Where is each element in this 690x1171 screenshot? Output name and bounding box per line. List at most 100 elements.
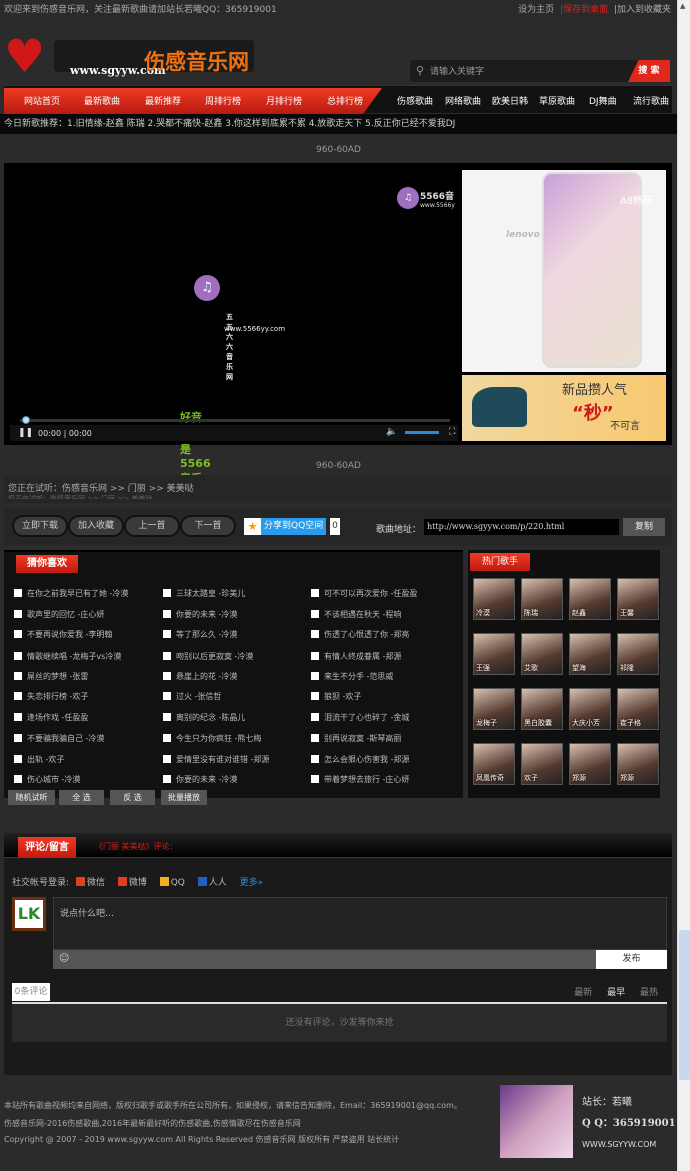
- add-favorite-link[interactable]: |加入到收藏夹: [614, 5, 671, 15]
- comment-input[interactable]: 说点什么吧…: [53, 897, 667, 950]
- song-checkbox[interactable]: [14, 610, 22, 618]
- song-title[interactable]: 狼狈 -欢子: [324, 692, 361, 701]
- song-title[interactable]: 来生不分手 -范思威: [324, 672, 393, 681]
- pause-icon[interactable]: ❚❚: [18, 428, 33, 438]
- song-checkbox[interactable]: [163, 672, 171, 680]
- comments-tab[interactable]: 评论/留言: [18, 837, 76, 858]
- song-checkbox[interactable]: [163, 589, 171, 597]
- guess-tab[interactable]: 猜你喜欢: [16, 555, 78, 573]
- song-checkbox[interactable]: [14, 672, 22, 680]
- song-item[interactable]: 等了那么久 -冷漠: [163, 629, 237, 640]
- song-checkbox[interactable]: [311, 692, 319, 700]
- copy-button[interactable]: 复制: [623, 518, 665, 536]
- song-title[interactable]: 出轨 -欢子: [27, 755, 64, 764]
- nav-recommend[interactable]: 最新推荐: [145, 94, 181, 107]
- hot-singers-tab[interactable]: 热门歌手: [470, 553, 530, 571]
- singer-card[interactable]: 凤凰传奇: [473, 743, 515, 785]
- song-item[interactable]: 离别的纪念 -陈晶儿: [163, 712, 245, 723]
- song-title[interactable]: 三球太踏皇 -珍美儿: [176, 589, 245, 598]
- singer-card[interactable]: 祁隆: [617, 633, 659, 675]
- sort-hottest[interactable]: 最热: [640, 988, 658, 998]
- song-item[interactable]: 你要的未来 -冷漠: [163, 609, 237, 620]
- song-item[interactable]: 伤透了心恨透了你 -郑亮: [311, 629, 409, 640]
- qq-login[interactable]: QQ: [159, 877, 185, 888]
- song-item[interactable]: 今生只为你疯狂 -熊七梅: [163, 733, 261, 744]
- scrollbar-thumb[interactable]: [679, 930, 690, 1080]
- song-title[interactable]: 逢场作戏 -任盈盈: [27, 713, 88, 722]
- footer-copyright[interactable]: Copyright @ 2007 - 2019 www.sgyyw.com Al…: [4, 1134, 399, 1145]
- save-desktop-link[interactable]: |保存到桌面: [560, 5, 608, 15]
- song-title[interactable]: 在你之前我早已有了她 -冷漠: [27, 589, 128, 598]
- more-login-link[interactable]: 更多»: [240, 878, 264, 888]
- nav-sad-songs[interactable]: 伤感歌曲: [397, 94, 433, 107]
- progress-slider[interactable]: [20, 419, 450, 422]
- nav-web-songs[interactable]: 网络歌曲: [445, 94, 481, 107]
- song-item[interactable]: 可不可以再次爱你 -任盈盈: [311, 588, 417, 599]
- song-checkbox[interactable]: [14, 755, 22, 763]
- singer-card[interactable]: 艾歌: [521, 633, 563, 675]
- song-item[interactable]: 不该相遇在秋天 -程响: [311, 609, 401, 620]
- song-checkbox[interactable]: [311, 775, 319, 783]
- song-item[interactable]: 伤心城市 -冷漠: [14, 774, 80, 785]
- select-all-button[interactable]: 全 选: [59, 790, 104, 805]
- song-checkbox[interactable]: [311, 713, 319, 721]
- song-checkbox[interactable]: [311, 734, 319, 742]
- song-item[interactable]: 爱情里没有谁对谁错 -郑源: [163, 754, 269, 765]
- song-checkbox[interactable]: [163, 610, 171, 618]
- song-title[interactable]: 可不可以再次爱你 -任盈盈: [324, 589, 417, 598]
- song-item[interactable]: 别再说寂寞 -斯琴高丽: [311, 733, 401, 744]
- singer-card[interactable]: 望海: [569, 633, 611, 675]
- song-title[interactable]: 情歌继续唱 -龙梅子vs冷漠: [27, 652, 121, 661]
- song-title[interactable]: 悬崖上的花 -冷漠: [176, 672, 237, 681]
- phone-ad[interactable]: lenovo A8畅玩: [462, 170, 666, 372]
- nav-grassland[interactable]: 草原歌曲: [539, 94, 575, 107]
- share-qzone-button[interactable]: ★ 分享到QQ空间: [244, 518, 326, 535]
- song-checkbox[interactable]: [311, 755, 319, 763]
- weibo-login[interactable]: 微博: [117, 877, 147, 888]
- song-title[interactable]: 失恋排行榜 -欢子: [27, 692, 88, 701]
- song-item[interactable]: 怎么会狠心伤害我 -郑源: [311, 754, 409, 765]
- favorite-button[interactable]: 加入收藏: [68, 515, 124, 537]
- sort-oldest[interactable]: 最早: [607, 988, 625, 998]
- song-item[interactable]: 不要骗我骗自己 -冷漠: [14, 733, 104, 744]
- search-input[interactable]: 请输入关键字: [430, 64, 484, 77]
- song-title[interactable]: 不要骗我骗自己 -冷漠: [27, 734, 104, 743]
- previous-button[interactable]: 上一首: [124, 515, 180, 537]
- song-title[interactable]: 歌声里的回忆 -庄心妍: [27, 610, 104, 619]
- singer-card[interactable]: 郑源: [569, 743, 611, 785]
- song-checkbox[interactable]: [163, 755, 171, 763]
- song-item[interactable]: 在你之前我早已有了她 -冷漠: [14, 588, 128, 599]
- singer-card[interactable]: 欢子: [521, 743, 563, 785]
- song-title[interactable]: 不要再说你爱我 -李明翰: [27, 630, 112, 639]
- nav-monthly[interactable]: 月排行榜: [266, 94, 302, 107]
- song-item[interactable]: 带着梦想去旅行 -庄心妍: [311, 774, 409, 785]
- song-checkbox[interactable]: [14, 652, 22, 660]
- wechat-login[interactable]: 微信: [75, 877, 105, 888]
- song-title[interactable]: 等了那么久 -冷漠: [176, 630, 237, 639]
- song-checkbox[interactable]: [311, 652, 319, 660]
- song-title[interactable]: 过火 -张信哲: [176, 692, 221, 701]
- song-item[interactable]: 过火 -张信哲: [163, 691, 221, 702]
- song-title[interactable]: 你要的未来 -冷漠: [176, 610, 237, 619]
- song-title[interactable]: 伤心城市 -冷漠: [27, 775, 80, 784]
- singer-card[interactable]: 赵鑫: [569, 578, 611, 620]
- singer-card[interactable]: 龙梅子: [473, 688, 515, 730]
- song-item[interactable]: 失恋排行榜 -欢子: [14, 691, 88, 702]
- song-item[interactable]: 悬崖上的花 -冷漠: [163, 671, 237, 682]
- song-title[interactable]: 泪流干了心也碎了 -金城: [324, 713, 409, 722]
- song-checkbox[interactable]: [163, 692, 171, 700]
- song-item[interactable]: 有情人终成眷属 -郑源: [311, 651, 401, 662]
- song-title[interactable]: 不该相遇在秋天 -程响: [324, 610, 401, 619]
- scrollbar[interactable]: ▲: [677, 0, 690, 1171]
- song-title[interactable]: 吻别以后更寂寞 -冷漠: [176, 652, 253, 661]
- video-area[interactable]: ♫ 5566音 www.5566y ♫ 五五六六音乐网 www.5566yy.c…: [4, 163, 459, 501]
- song-checkbox[interactable]: [14, 713, 22, 721]
- song-item[interactable]: 屌丝的梦想 -张雷: [14, 671, 88, 682]
- song-checkbox[interactable]: [163, 630, 171, 638]
- song-title[interactable]: 伤透了心恨透了你 -郑亮: [324, 630, 409, 639]
- volume-icon[interactable]: 🔈: [386, 427, 397, 437]
- sort-newest[interactable]: 最新: [574, 988, 592, 998]
- song-item[interactable]: 来生不分手 -范思威: [311, 671, 393, 682]
- singer-card[interactable]: 崔子格: [617, 688, 659, 730]
- song-url-field[interactable]: http://www.sgyyw.com/p/220.html: [424, 519, 619, 535]
